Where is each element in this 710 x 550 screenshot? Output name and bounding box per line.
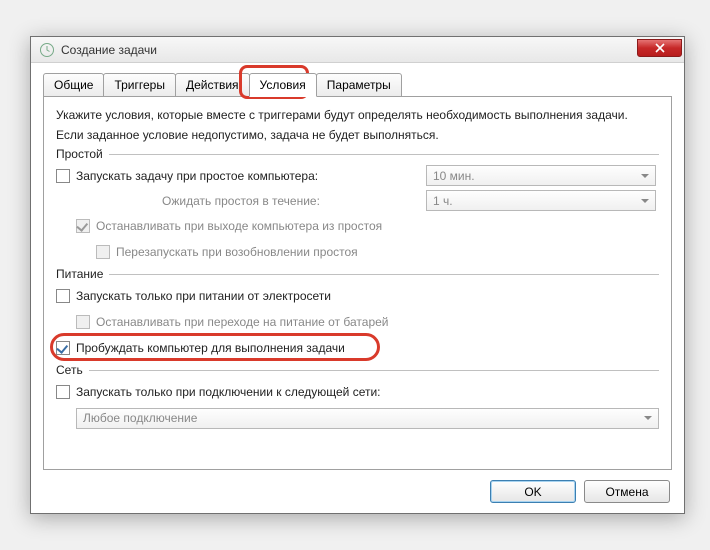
- label-idle-restart: Перезапускать при возобновлении простоя: [116, 245, 358, 259]
- client-area: Общие Триггеры Действия Условия Параметр…: [31, 63, 684, 513]
- checkbox-idle-start[interactable]: [56, 169, 70, 183]
- checkbox-network[interactable]: [56, 385, 70, 399]
- ok-button[interactable]: OK: [490, 480, 576, 503]
- tab-triggers[interactable]: Триггеры: [103, 73, 176, 97]
- instruction-line2: Если заданное условие недопустимо, задач…: [56, 127, 659, 143]
- label-network: Запускать только при подключении к следу…: [76, 385, 381, 399]
- label-wake: Пробуждать компьютер для выполнения зада…: [76, 341, 345, 355]
- cancel-button[interactable]: Отмена: [584, 480, 670, 503]
- combo-idle-duration-value: 10 мин.: [433, 169, 475, 183]
- group-power-label: Питание: [56, 267, 103, 281]
- tab-settings[interactable]: Параметры: [316, 73, 402, 97]
- instruction-line1: Укажите условия, которые вместе с тригге…: [56, 107, 659, 123]
- label-idle-stop: Останавливать при выходе компьютера из п…: [96, 219, 382, 233]
- checkbox-power-battery-stop: [76, 315, 90, 329]
- checkbox-idle-restart: [96, 245, 110, 259]
- clock-icon: [39, 42, 55, 58]
- tab-strip: Общие Триггеры Действия Условия Параметр…: [43, 73, 672, 97]
- close-button[interactable]: [637, 39, 682, 57]
- titlebar[interactable]: Создание задачи: [31, 37, 684, 63]
- window-title: Создание задачи: [61, 43, 157, 57]
- conditions-panel: Укажите условия, которые вместе с тригге…: [43, 96, 672, 470]
- group-idle-label: Простой: [56, 147, 103, 161]
- combo-idle-duration: 10 мин.: [426, 165, 656, 186]
- dialog-footer: OK Отмена: [43, 470, 672, 503]
- combo-network-value: Любое подключение: [83, 411, 197, 425]
- combo-idle-wait: 1 ч.: [426, 190, 656, 211]
- combo-idle-wait-value: 1 ч.: [433, 194, 453, 208]
- tab-actions[interactable]: Действия: [175, 73, 250, 97]
- group-network-label: Сеть: [56, 363, 83, 377]
- combo-network: Любое подключение: [76, 408, 659, 429]
- group-idle: Простой: [56, 147, 659, 161]
- group-network: Сеть: [56, 363, 659, 377]
- label-idle-wait: Ожидать простоя в течение:: [162, 194, 320, 208]
- group-power: Питание: [56, 267, 659, 281]
- task-create-dialog: Создание задачи Общие Триггеры Действия …: [30, 36, 685, 514]
- label-power-battery-stop: Останавливать при переходе на питание от…: [96, 315, 389, 329]
- checkbox-wake[interactable]: [56, 341, 70, 355]
- tab-conditions[interactable]: Условия: [249, 73, 317, 97]
- label-idle-start: Запускать задачу при простое компьютера:: [76, 169, 318, 183]
- checkbox-idle-stop: [76, 219, 90, 233]
- checkbox-power-ac[interactable]: [56, 289, 70, 303]
- label-power-ac: Запускать только при питании от электрос…: [76, 289, 331, 303]
- tab-general[interactable]: Общие: [43, 73, 104, 97]
